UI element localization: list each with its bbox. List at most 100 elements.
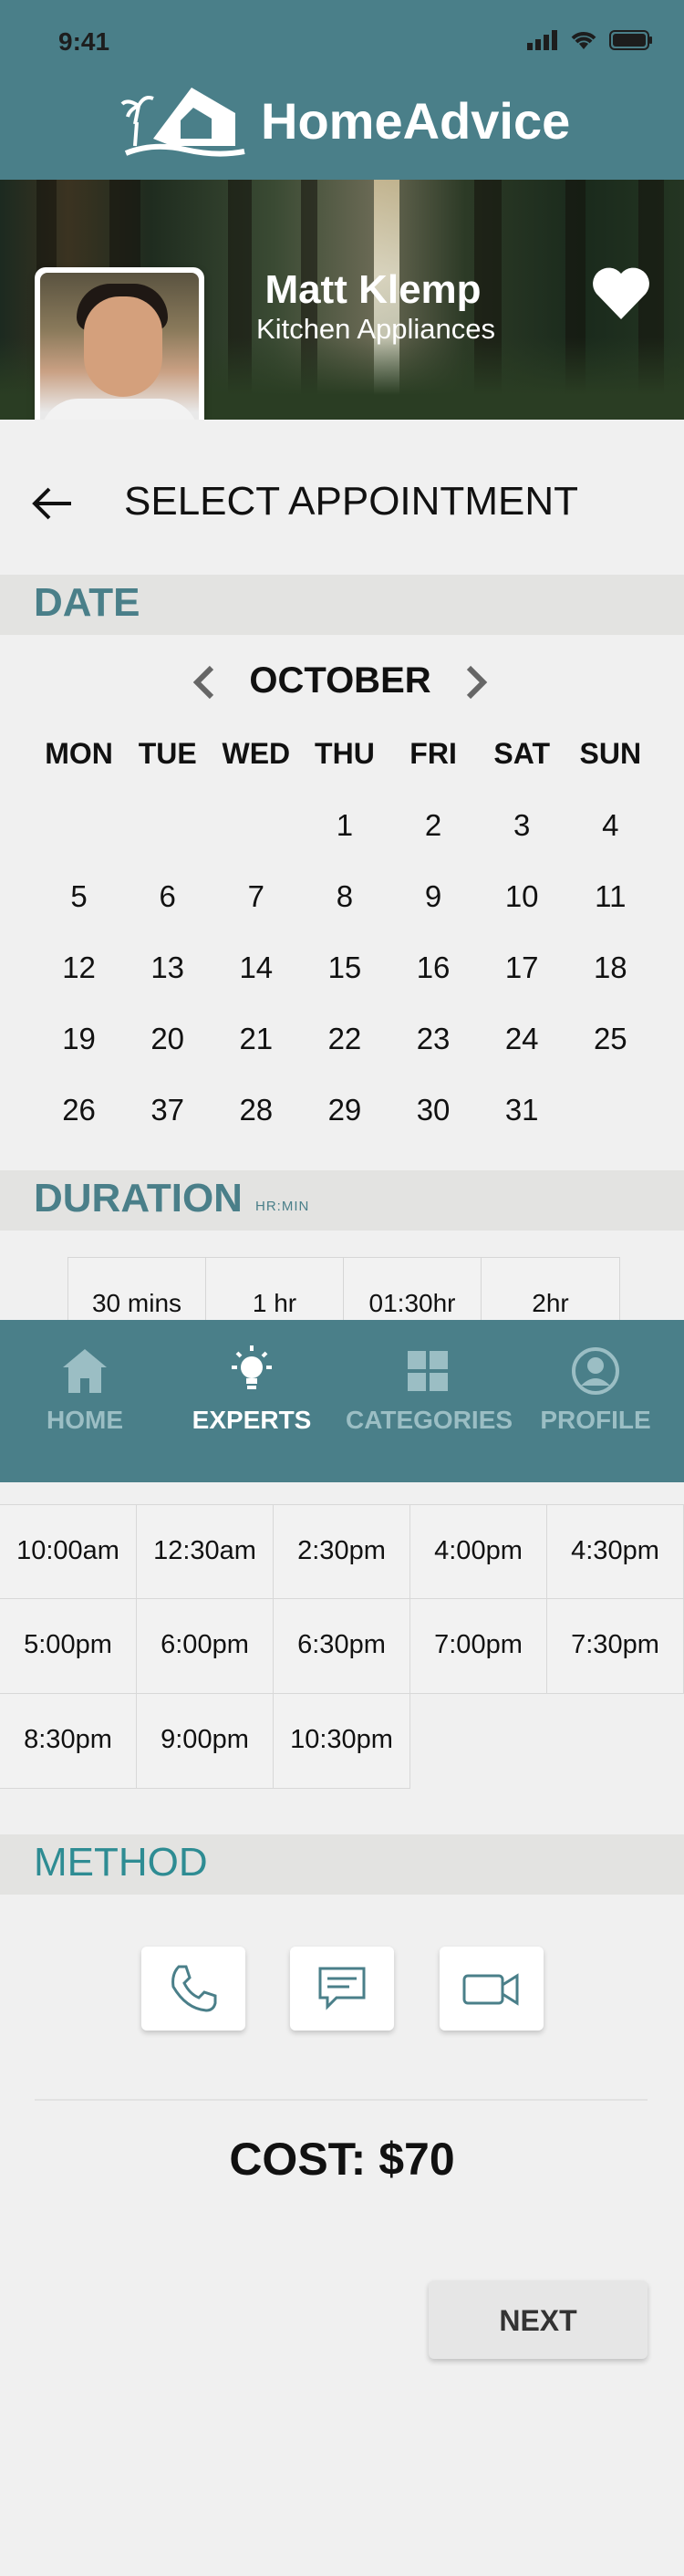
calendar-day[interactable]: 20 (123, 1022, 212, 1093)
chevron-left-icon[interactable] (190, 664, 217, 701)
calendar-grid: MON TUE WED THU FRI SAT SUN 1 2 3 4 5 6 … (35, 737, 655, 1164)
time-slot[interactable]: 12:30am (137, 1504, 274, 1599)
duration-section-title: DURATION (34, 1176, 243, 1220)
calendar-day (35, 808, 123, 879)
weekday-label: TUE (138, 737, 197, 770)
weekday-label: FRI (409, 737, 457, 770)
avatar-face (84, 296, 162, 397)
duration-unit: HR:MIN (255, 1199, 310, 1214)
tab-home[interactable]: HOME (39, 1344, 130, 1435)
calendar-day[interactable]: 12 (35, 950, 123, 1022)
time-slot[interactable]: 7:30pm (547, 1599, 684, 1694)
calendar-day[interactable]: 9 (389, 879, 478, 950)
next-button[interactable]: NEXT (429, 2280, 648, 2359)
calendar-week: 1 2 3 4 (35, 808, 655, 879)
calendar-day (123, 808, 212, 879)
calendar-day[interactable]: 8 (300, 879, 389, 950)
house-logo-icon (120, 88, 245, 157)
phone-method-button[interactable] (141, 1947, 245, 2031)
calendar-day[interactable]: 16 (389, 950, 478, 1022)
calendar-day[interactable]: 10 (478, 879, 566, 950)
calendar-day[interactable]: 24 (478, 1022, 566, 1093)
weekday-label: THU (315, 737, 375, 770)
chevron-right-icon[interactable] (463, 664, 491, 701)
video-method-button[interactable] (440, 1947, 544, 2031)
calendar-day[interactable]: 21 (212, 1022, 300, 1093)
calendar-day[interactable]: 29 (300, 1093, 389, 1164)
calendar-day[interactable]: 6 (123, 879, 212, 950)
calendar-day[interactable]: 15 (300, 950, 389, 1022)
calendar-day (212, 808, 300, 879)
calendar-week: 26 37 28 29 30 31 (35, 1093, 655, 1164)
brand-name: HomeAdvice (261, 91, 571, 150)
tab-label: HOME (47, 1406, 123, 1434)
calendar-day[interactable]: 26 (35, 1093, 123, 1164)
calendar-day[interactable]: 23 (389, 1022, 478, 1093)
avatar-photo (40, 273, 199, 437)
tab-label: EXPERTS (192, 1406, 312, 1434)
calendar-day[interactable]: 4 (566, 808, 655, 879)
weekday-label: SUN (579, 737, 642, 770)
time-slot[interactable]: 4:30pm (547, 1504, 684, 1599)
chat-icon (318, 1967, 366, 2010)
time-slot[interactable]: 8:30pm (0, 1694, 137, 1789)
time-slot[interactable]: 10:30pm (274, 1694, 410, 1789)
time-slot-row: 8:30pm 9:00pm 10:30pm (0, 1694, 684, 1789)
tab-label: PROFILE (540, 1406, 651, 1434)
tab-experts[interactable]: EXPERTS (188, 1344, 316, 1435)
calendar-day[interactable]: 37 (123, 1093, 212, 1164)
time-slot[interactable]: 2:30pm (274, 1504, 410, 1599)
calendar-day[interactable]: 25 (566, 1022, 655, 1093)
time-slot[interactable]: 10:00am (0, 1504, 137, 1599)
calendar-day[interactable]: 19 (35, 1022, 123, 1093)
calendar-day[interactable]: 2 (389, 808, 478, 879)
weekday-label: MON (45, 737, 113, 770)
calendar-day[interactable]: 14 (212, 950, 300, 1022)
cost-label: COST: (229, 2134, 367, 2185)
pro-category: Kitchen Appliances (256, 313, 495, 345)
calendar-day[interactable]: 17 (478, 950, 566, 1022)
date-section-title: DATE (34, 580, 140, 625)
calendar-day[interactable]: 13 (123, 950, 212, 1022)
duration-option[interactable]: 30 mins (68, 1258, 206, 1322)
calendar-day[interactable]: 7 (212, 879, 300, 950)
time-slot[interactable]: 6:00pm (137, 1599, 274, 1694)
month-label: OCTOBER (249, 660, 431, 701)
profile-icon (572, 1347, 619, 1395)
avatar[interactable] (35, 267, 204, 442)
calendar-day[interactable]: 11 (566, 879, 655, 950)
calendar-day[interactable]: 18 (566, 950, 655, 1022)
calendar-day[interactable]: 31 (478, 1093, 566, 1164)
wifi-icon (571, 32, 596, 49)
heart-icon[interactable] (589, 265, 653, 323)
calendar-day[interactable]: 5 (35, 879, 123, 950)
tab-categories[interactable]: CATEGORIES (346, 1344, 513, 1435)
back-arrow-icon[interactable] (31, 485, 73, 522)
calendar-day[interactable]: 30 (389, 1093, 478, 1164)
battery-icon (609, 30, 652, 50)
duration-option[interactable]: 2hr (482, 1258, 619, 1322)
cost-value: $70 (378, 2134, 455, 2185)
signal-icon (527, 30, 557, 50)
time-slot[interactable]: 5:00pm (0, 1599, 137, 1694)
calendar-day[interactable]: 1 (300, 808, 389, 879)
time-slot[interactable]: 4:00pm (410, 1504, 547, 1599)
status-time: 9:41 (58, 27, 110, 56)
calendar-day[interactable]: 28 (212, 1093, 300, 1164)
weekday-label: WED (222, 737, 291, 770)
calendar-day[interactable]: 3 (478, 808, 566, 879)
calendar-day[interactable]: 22 (300, 1022, 389, 1093)
message-method-button[interactable] (290, 1947, 394, 2031)
status-icons (527, 29, 653, 51)
duration-option[interactable]: 1 hr (206, 1258, 344, 1322)
divider (35, 2099, 648, 2101)
pro-name: Matt Klemp (264, 267, 482, 312)
method-section-title: METHOD (34, 1840, 208, 1885)
time-slot[interactable]: 9:00pm (137, 1694, 274, 1789)
calendar-week: 12 13 14 15 16 17 18 (35, 950, 655, 1022)
time-slot[interactable]: 6:30pm (274, 1599, 410, 1694)
calendar-day (566, 1093, 655, 1164)
tab-profile[interactable]: PROFILE (539, 1344, 652, 1435)
time-slot[interactable]: 7:00pm (410, 1599, 547, 1694)
duration-option[interactable]: 01:30hr (344, 1258, 482, 1322)
